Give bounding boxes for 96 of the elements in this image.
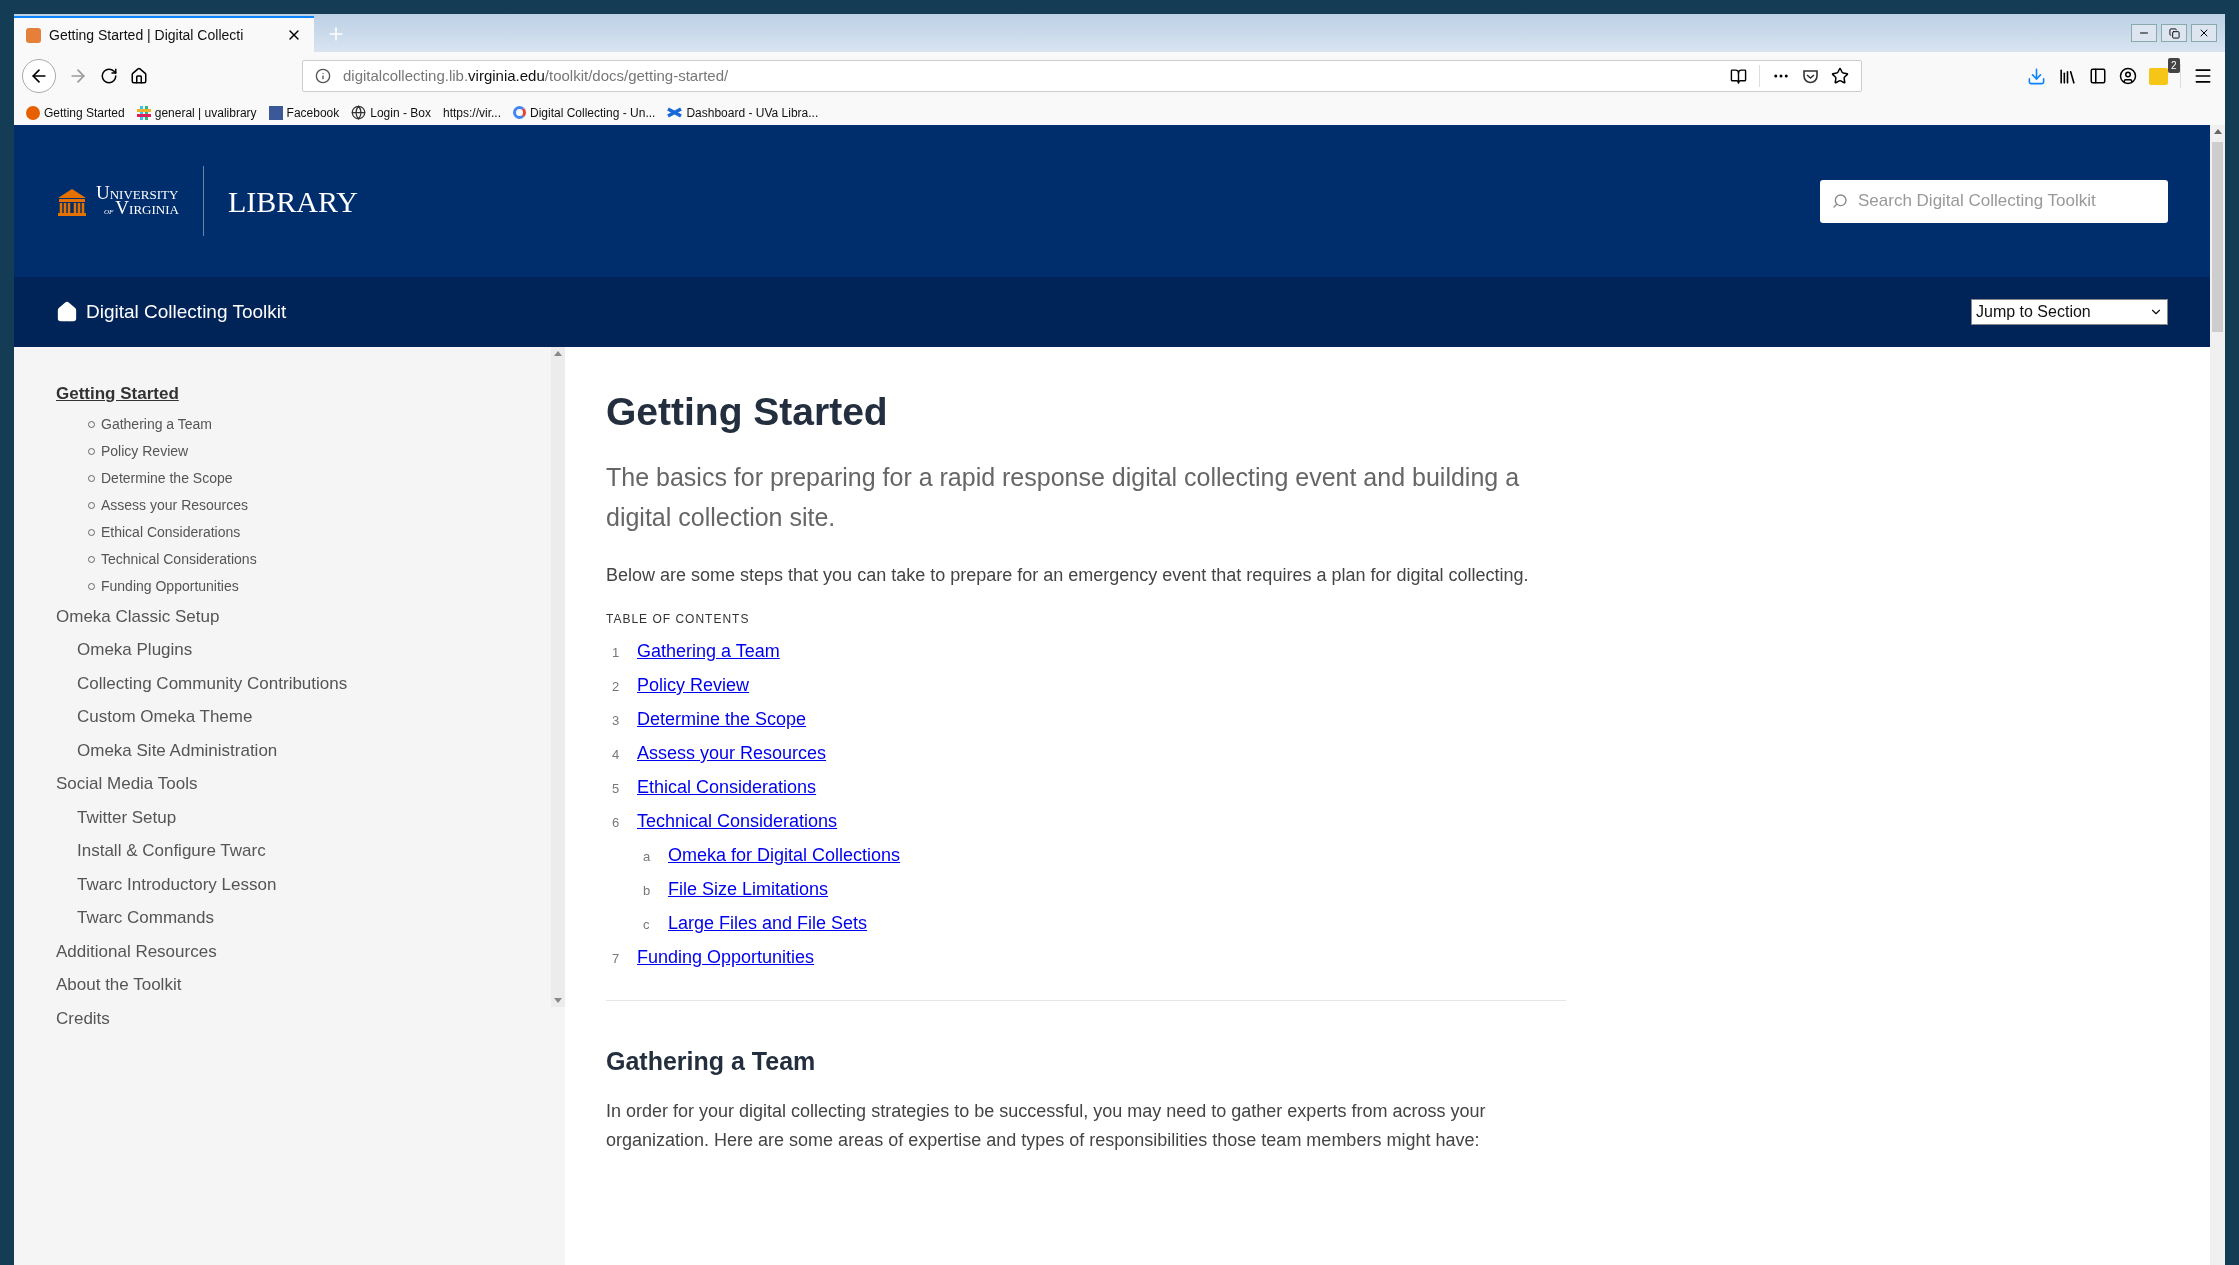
extension-badge: 2 [2168,57,2180,73]
bookmark-link[interactable]: https://vir... [442,103,501,122]
reader-view-icon[interactable] [1730,67,1747,85]
intro-paragraph: Below are some steps that you can take to prepare for an emergency event that requires a plan for digital collecting. [606,564,1530,587]
g-icon [513,106,526,119]
logo-of-text: of [104,203,114,218]
toc-number: 7 [612,950,621,968]
scroll-up-icon[interactable] [2213,129,2222,134]
sidebar-subitem[interactable]: Gathering a Team [101,413,213,435]
close-icon [2198,27,2210,39]
sidebar-icon[interactable] [2089,67,2107,85]
sidebar-item[interactable]: Credits [56,1001,110,1035]
f-icon [268,105,283,120]
toc-number: 5 [612,780,621,798]
toc-number: 2 [612,678,621,696]
sidebar-subitem[interactable]: Twarc Commands [56,901,551,935]
tab-title: Getting Started | Digital Collecti [49,25,245,45]
toc-letter: a [643,848,652,866]
pocket-icon[interactable] [1802,67,1819,85]
globe-icon [351,105,367,120]
sidebar-subitem[interactable]: Omeka Plugins [56,633,551,667]
sidebar-item[interactable]: Getting Started [56,377,179,411]
library-icon[interactable] [2058,66,2077,86]
restore-button[interactable] [2161,24,2187,42]
sidebar-subitem[interactable]: Twitter Setup [56,800,551,834]
home-icon[interactable] [130,67,148,85]
toc-link[interactable]: Gathering a Team [637,638,780,665]
rotunda-logo-icon [56,186,88,216]
close-window-button[interactable] [2191,24,2217,42]
toc-heading: TABLE OF CONTENTS [606,611,751,628]
sidebar-subitem[interactable]: Assess your Resources [101,494,249,516]
tab-favicon-icon [26,27,41,43]
jump-to-section-dropdown[interactable]: Jump to Section [1971,299,2168,325]
bookmark-star-icon[interactable] [1831,67,1849,85]
page-title: Getting Started [606,389,889,435]
section-heading: Gathering a Team [606,1046,817,1077]
sidebar-item[interactable]: Additional Resources [56,934,217,968]
toc-link[interactable]: Ethical Considerations [637,774,817,801]
scroll-up-icon[interactable] [554,351,562,356]
section-paragraph: In order for your digital collecting strategies to be successful, you may need to gather experts from across your organization. Here are some areas of expertise and types of responsibilities those team members might have: [606,1099,1487,1152]
toc-letter: c [643,916,651,934]
account-icon[interactable] [2119,67,2137,85]
cross-icon [667,105,683,120]
sidebar-subitem[interactable]: Ethical Considerations [101,521,241,543]
sidebar-item[interactable]: Omeka Classic Setup [56,599,220,633]
library-title: LIBRARY [227,183,358,220]
search-icon [1832,192,1848,209]
info-icon[interactable] [315,68,331,84]
sidebar-item[interactable]: Social Media Tools [56,767,198,801]
lead-paragraph: The basics for preparing for a rapid response digital collecting event and building a digital collection site. [606,462,1521,533]
sidebar-subitem[interactable]: Collecting Community Contributions [56,666,551,700]
address-bar[interactable]: digitalcollecting.lib.virginia.edu/toolkit/docs/getting-started/ [302,60,1862,92]
reload-icon[interactable] [100,67,118,85]
toc-link[interactable]: File Size Limitations [668,876,829,903]
toc-number: 1 [612,644,621,662]
bookmark-link[interactable]: Login - Box [370,103,431,122]
download-icon[interactable] [2027,66,2046,86]
sidebar-subitem[interactable]: Technical Considerations [101,548,257,570]
logo-university-text: University [96,184,179,200]
minimize-button[interactable] [2131,24,2157,42]
sidebar-subitem[interactable]: Install & Configure Twarc [56,834,551,868]
toc-link[interactable]: Determine the Scope [637,706,807,733]
bookmark-link[interactable]: Getting Started [44,103,125,122]
toolkit-link[interactable]: Digital Collecting Toolkit [86,297,287,327]
toc-number: 6 [612,814,621,832]
toc-number: 3 [612,712,621,730]
bookmark-link[interactable]: general | uvalibrary [154,103,257,122]
back-button[interactable] [22,59,56,93]
toc-link[interactable]: Policy Review [637,672,750,699]
toc-link[interactable]: Funding Opportunities [637,944,815,971]
toc-number: 4 [612,746,621,764]
restore-icon [2168,27,2180,39]
hash-icon [136,105,151,120]
menu-icon[interactable] [2193,66,2213,86]
toc-link[interactable]: Large Files and File Sets [668,910,868,937]
toc-link[interactable]: Technical Considerations [637,808,838,835]
sidebar-subitem[interactable]: Determine the Scope [101,467,233,489]
sidebar-subitem[interactable]: Custom Omeka Theme [56,700,551,734]
logo-virginia-text: Virginia [115,199,179,215]
bookmark-link[interactable]: Dashboard - UVa Libra... [686,103,819,122]
url-text: digitalcollecting.lib.virginia.edu/toolkit/docs/getting-started/ [343,65,729,86]
sidebar-item[interactable]: About the Toolkit [56,968,182,1002]
toc-link[interactable]: Omeka for Digital Collections [668,842,901,869]
search-field[interactable]: Search Digital Collecting Toolkit [1820,179,2168,223]
browser-logo-icon [26,105,40,120]
browser-tab[interactable]: Getting Started | Digital Collecti [14,16,314,52]
sidebar-subitem[interactable]: Funding Opportunities [101,575,239,597]
scroll-thumb[interactable] [2212,142,2223,332]
toc-link[interactable]: Assess your Resources [637,740,827,767]
toc-letter: b [643,882,652,900]
sidebar-subitem[interactable]: Omeka Site Administration [56,733,551,767]
sidebar-subitem[interactable]: Policy Review [101,440,189,462]
scroll-down-icon[interactable] [554,998,562,1003]
bookmark-link[interactable]: Facebook [286,103,340,122]
sidebar-subitem[interactable]: Twarc Introductory Lesson [56,867,551,901]
bookmark-link[interactable]: Digital Collecting - Un... [530,103,656,122]
